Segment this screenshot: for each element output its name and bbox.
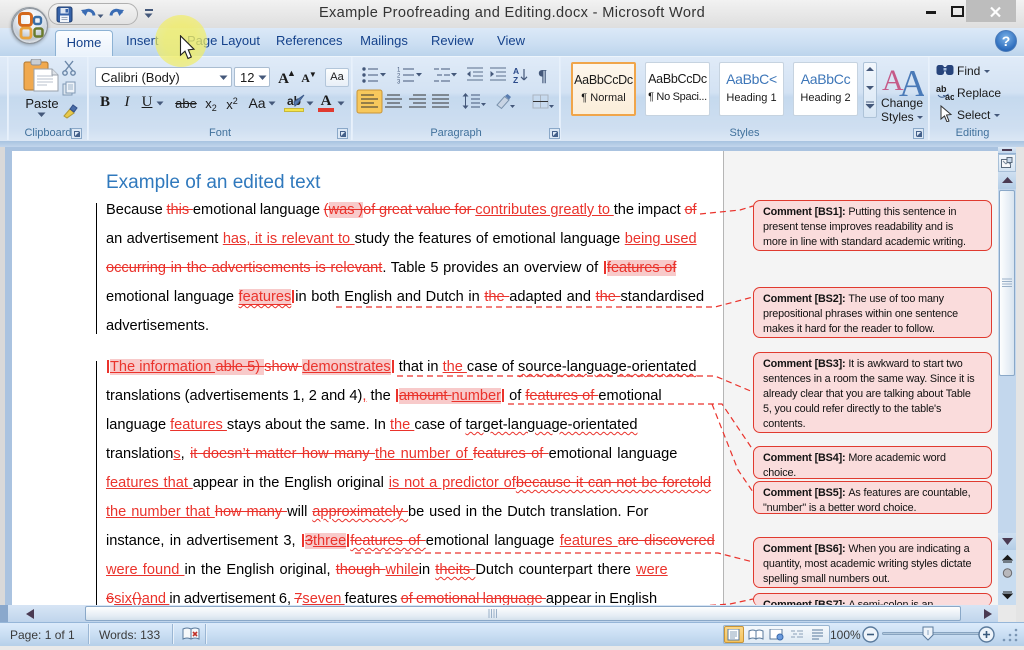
svg-text:¶: ¶ [538, 66, 547, 85]
svg-text:ac: ac [945, 92, 954, 102]
svg-text:Z: Z [513, 75, 518, 85]
svg-text:3: 3 [397, 80, 401, 86]
svg-text:A: A [899, 63, 924, 98]
